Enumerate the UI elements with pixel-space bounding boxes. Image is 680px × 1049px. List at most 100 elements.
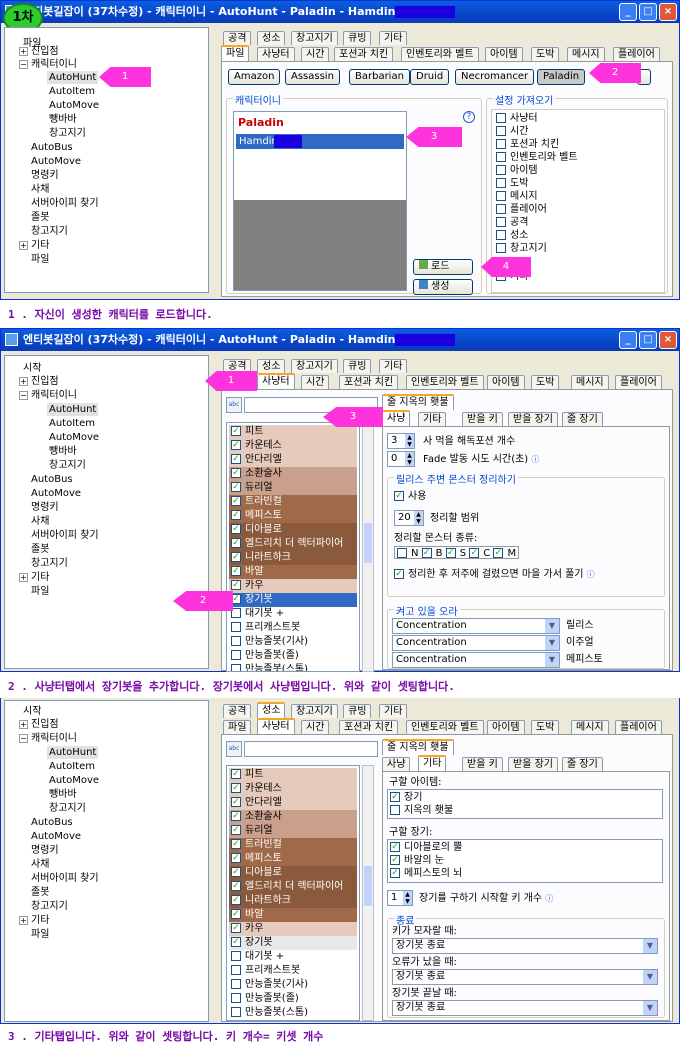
create-button[interactable]: 생성 — [413, 279, 473, 295]
sub-header-tab[interactable]: 줄 지옥의 횃불 — [382, 739, 454, 755]
spin-arrows-icon[interactable]: ▲ ▼ — [405, 452, 414, 466]
tab-gamble[interactable]: 도박 — [531, 47, 560, 61]
import-item[interactable]: 시간 — [496, 125, 528, 138]
tab-shrine[interactable]: 성소 — [257, 359, 286, 373]
checkbox[interactable] — [231, 664, 241, 671]
import-item[interactable]: 메시지 — [496, 190, 538, 203]
hunt-item[interactable]: ✓ 듀리얼 — [229, 824, 357, 838]
checkbox[interactable]: ✓ — [231, 811, 241, 821]
tree-item[interactable]: 창고지기 — [31, 557, 68, 570]
checkbox[interactable] — [231, 650, 241, 660]
tree-view[interactable]: 시작 + 진입점 − 캐릭터이니 AutoHunt AutoItem AutoMov… — [4, 700, 209, 1022]
hunt-item[interactable]: 대기봇 + — [229, 950, 357, 964]
tab-attack[interactable]: 공격 — [223, 31, 252, 45]
checkbox[interactable]: ✓ — [493, 548, 504, 558]
chevron-down-icon[interactable]: ▼ — [643, 939, 657, 953]
hunt-item[interactable]: 프리캐스트봇 — [229, 964, 357, 978]
class-button-assassin[interactable]: Assassin — [285, 69, 340, 85]
import-item[interactable]: 플레이어 — [496, 203, 547, 216]
hunt-item[interactable]: ✓ 트라빈컬 — [229, 838, 357, 852]
checkbox[interactable] — [231, 1007, 241, 1017]
hunt-item[interactable]: ✓ 피트 — [229, 425, 357, 439]
close-button[interactable]: × — [659, 331, 677, 349]
tab-cube[interactable]: 큐빙 — [343, 31, 372, 45]
hunt-item[interactable]: ✓ 카우 — [229, 579, 357, 593]
import-item[interactable]: 성소 — [496, 229, 528, 242]
tab-time[interactable]: 시간 — [301, 720, 330, 734]
tree-item[interactable]: 시작 — [23, 705, 41, 718]
hunt-item[interactable]: ✓ 소환술사 — [229, 810, 357, 824]
range-spinner[interactable]: 20 ▲ ▼ — [394, 510, 424, 526]
chevron-down-icon[interactable]: ▼ — [643, 970, 657, 984]
tab-item[interactable]: 아이템 — [485, 47, 523, 61]
checkbox[interactable] — [496, 139, 506, 149]
tab-etc[interactable]: 기타 — [379, 359, 408, 373]
abc-icon[interactable]: abc — [226, 741, 242, 757]
tree-item[interactable]: + 진입점 — [19, 45, 59, 58]
tab-attack[interactable]: 공격 — [223, 359, 252, 373]
organs-list[interactable]: ✓ 디아블로의 뿔 ✓ 바알의 눈 ✓ 메피스토의 뇌 — [387, 839, 663, 883]
help-icon[interactable]: ⓘ — [545, 894, 553, 903]
import-item[interactable]: 인벤토리와 벨트 — [496, 151, 578, 164]
scroll-thumb[interactable] — [364, 866, 372, 906]
checkbox[interactable]: ✓ — [231, 468, 241, 478]
tree-item[interactable]: 졸봇 — [31, 886, 49, 899]
aura-select[interactable]: Concentration ▼ — [392, 618, 560, 634]
tab-gamble[interactable]: 도박 — [531, 375, 560, 389]
tab-hunt[interactable]: 사냥터 — [257, 718, 295, 734]
hunt-item[interactable]: ✓ 트라빈컬 — [229, 495, 357, 509]
hunt-item[interactable]: ✓ 카운테스 — [229, 439, 357, 453]
end-select[interactable]: 장기봇 종료 ▼ — [392, 938, 658, 954]
maximize-button[interactable]: □ — [639, 331, 657, 349]
import-item[interactable]: 포션과 치킨 — [496, 138, 559, 151]
checkbox[interactable]: ✓ — [231, 538, 241, 548]
use-checkbox-row[interactable]: ✓ 사용 — [394, 490, 426, 503]
expand-icon[interactable]: + — [19, 47, 28, 56]
hunt-item[interactable]: ✓ 니라트하크 — [229, 894, 357, 908]
subtab-etc[interactable]: 기타 — [418, 412, 447, 426]
tree-item[interactable]: AutoMove — [31, 487, 81, 500]
checkbox[interactable] — [496, 230, 506, 240]
tree-item[interactable]: − 캐릭터이니 — [19, 732, 77, 745]
hunt-item[interactable]: ✓ 엘드리치 더 렉터파이어 — [229, 880, 357, 894]
tree-item[interactable]: AutoItem — [49, 417, 95, 430]
checkbox[interactable] — [496, 113, 506, 123]
subtab-receive-organ[interactable]: 받을 장기 — [508, 757, 558, 771]
checkbox[interactable]: ✓ — [231, 909, 241, 919]
checkbox[interactable]: ✓ — [231, 797, 241, 807]
checkbox[interactable]: ✓ — [469, 548, 480, 558]
tab-shrine[interactable]: 성소 — [257, 31, 286, 45]
tree-item[interactable]: AutoMove — [49, 99, 99, 112]
help-icon[interactable]: ⓘ — [587, 570, 595, 579]
tree-item[interactable]: 명령키 — [31, 844, 59, 857]
checkbox[interactable] — [496, 243, 506, 253]
checkbox[interactable] — [496, 217, 506, 227]
end-select[interactable]: 장기봇 종료 ▼ — [392, 969, 658, 985]
close-button[interactable]: × — [659, 3, 677, 21]
key-count-spinner[interactable]: 1 ▲ ▼ — [387, 890, 413, 906]
checkbox[interactable]: ✓ — [421, 548, 432, 558]
organ-row[interactable]: ✓ 바알의 눈 — [390, 854, 444, 867]
scrollbar[interactable] — [362, 765, 374, 1021]
tree-item[interactable]: AutoBus — [31, 141, 73, 154]
checkbox[interactable] — [496, 204, 506, 214]
tab-potion[interactable]: 포션과 치킨 — [334, 47, 394, 61]
import-item[interactable]: 도박 — [496, 177, 528, 190]
minimize-button[interactable]: _ — [619, 3, 637, 21]
char-row-selected[interactable]: Hamdin — [236, 134, 404, 149]
class-button-necromancer[interactable]: Necromancer — [455, 69, 535, 85]
checkbox[interactable]: ✓ — [231, 510, 241, 520]
import-item[interactable]: 창고지기 — [496, 242, 547, 255]
tab-time[interactable]: 시간 — [301, 47, 330, 61]
tab-stash[interactable]: 창고지기 — [291, 31, 338, 45]
hunt-item[interactable]: ✓ 바알 — [229, 565, 357, 579]
chevron-down-icon[interactable]: ▼ — [545, 653, 559, 667]
import-item[interactable]: 사냥터 — [496, 112, 538, 125]
tree-item[interactable]: + 기타 — [19, 914, 49, 927]
tab-etc[interactable]: 기타 — [379, 31, 408, 45]
tab-stash[interactable]: 창고지기 — [291, 704, 338, 718]
hunt-item[interactable]: 만능졸봇(졸) — [229, 992, 357, 1006]
checkbox[interactable]: ✓ — [231, 440, 241, 450]
hunt-item[interactable]: ✓ 니라트하크 — [229, 551, 357, 565]
hunt-item[interactable]: 대기봇 + — [229, 607, 357, 621]
